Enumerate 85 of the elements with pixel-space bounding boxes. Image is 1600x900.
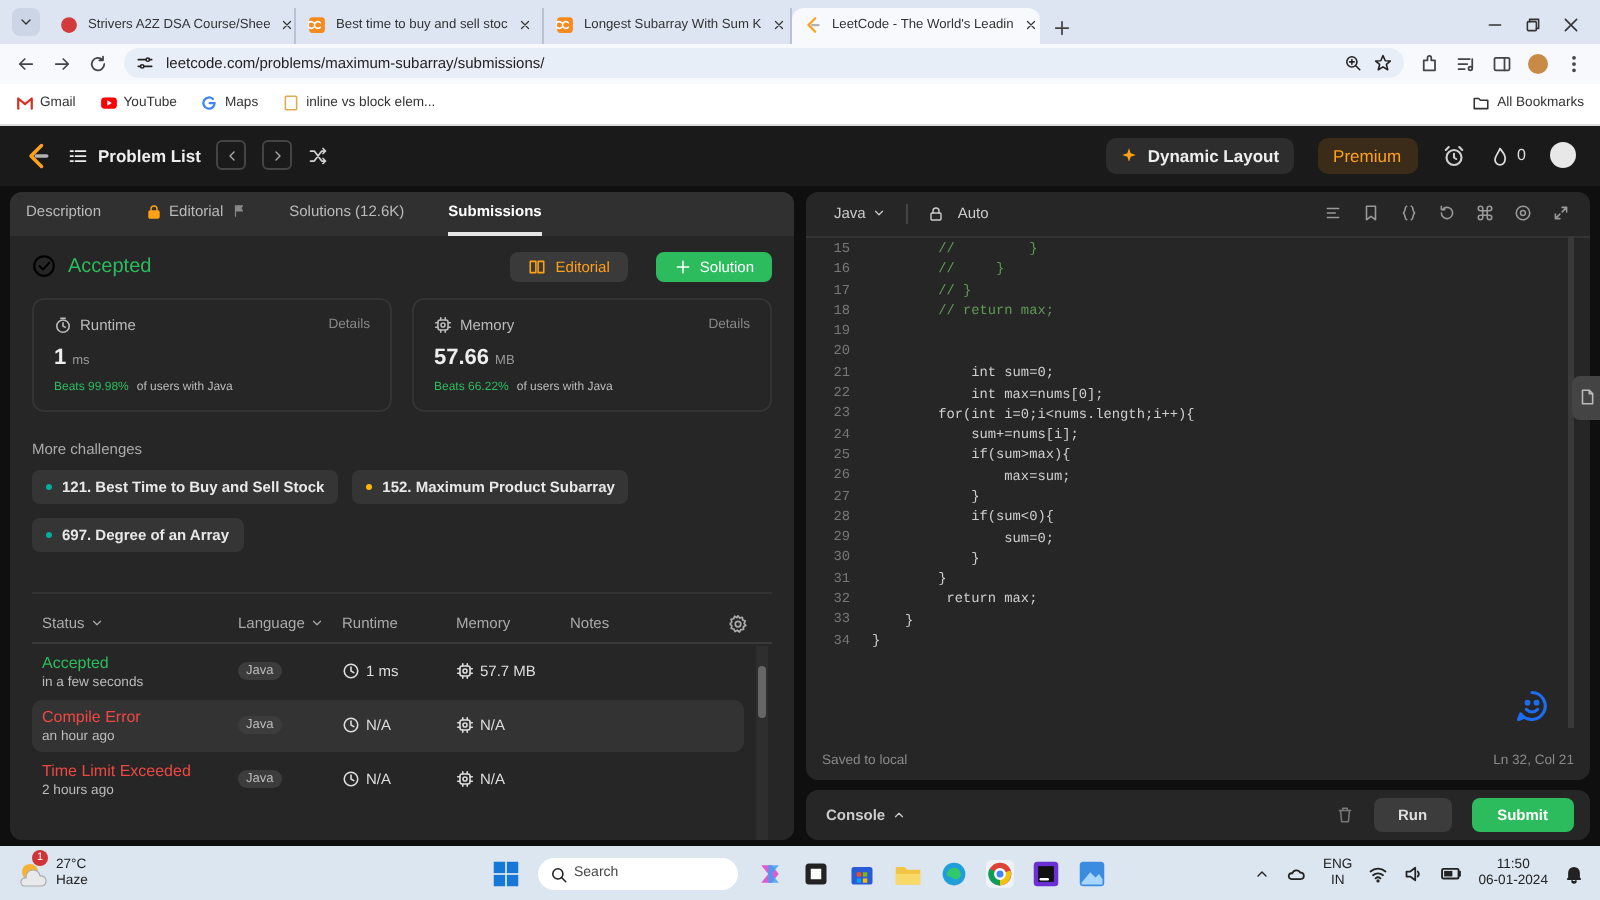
reload-icon[interactable] [88,53,108,74]
tab-search-button[interactable] [12,7,40,36]
bookmark-icon[interactable] [1362,204,1380,223]
site-info-icon [136,54,154,73]
zoom-icon[interactable] [1344,54,1362,73]
plus-icon [673,257,692,276]
submission-status: Accepted [42,653,111,672]
user-avatar[interactable] [1550,142,1576,169]
chip-icon [456,716,474,735]
reset-icon[interactable] [1438,204,1456,223]
sidebar-icon[interactable] [1492,53,1512,74]
alarm-icon[interactable] [1441,143,1466,168]
forward-icon[interactable] [52,53,72,74]
trash-icon[interactable] [1335,806,1354,825]
clock-icon [342,662,360,681]
premium-button[interactable]: Premium [1317,137,1418,174]
clock-icon [342,770,360,789]
next-button[interactable] [262,140,293,171]
star-icon[interactable] [1374,54,1392,73]
volume-icon[interactable] [1404,863,1425,884]
battery-icon[interactable] [1440,862,1463,885]
back-icon[interactable] [16,53,36,74]
folder-icon [1471,94,1490,113]
format-icon[interactable] [1324,204,1342,223]
site-icon [308,16,326,35]
close-icon [517,18,532,33]
list-icon [68,145,88,166]
wifi-icon[interactable] [1368,863,1389,884]
dynamic-layout-button[interactable]: Dynamic Layout [1105,137,1294,174]
clock-icon [54,315,72,334]
ide-icon[interactable] [1032,859,1060,888]
profile-avatar[interactable] [1528,53,1548,74]
close-icon [1023,18,1038,33]
flag-icon [231,204,246,219]
command-icon[interactable] [1476,204,1494,223]
close-icon[interactable] [1562,15,1580,34]
page-icon [282,94,301,113]
windows-icon[interactable] [492,859,520,888]
cloud-icon[interactable] [1286,863,1307,884]
clock-icon [342,716,360,735]
logo-icon[interactable] [24,141,52,170]
submission-status: Compile Error [42,707,143,726]
shuffle-icon[interactable] [308,145,329,166]
scrollbar-thumb[interactable] [758,665,766,718]
chevron-down-icon [310,616,325,631]
photos-icon[interactable] [1078,859,1106,888]
site-icon [60,16,78,35]
streak-counter[interactable]: 0 [1489,145,1526,166]
extensions-icon[interactable] [1420,53,1440,74]
check-circle-icon [32,254,56,279]
metric-value: 57.66 [434,345,490,370]
chevron-up-icon [891,808,906,823]
plus-icon[interactable] [1052,17,1072,38]
document-icon [1577,388,1595,407]
map-icon [200,94,219,113]
site-icon [556,16,574,35]
book-icon [527,257,546,276]
bell-icon[interactable] [1564,863,1584,884]
chip-icon [456,662,474,681]
app-icon[interactable] [802,859,830,888]
notes-tab[interactable] [1572,375,1600,420]
sparkle-icon [1119,146,1138,165]
chip-icon [456,770,474,789]
braces-icon[interactable] [1400,204,1418,223]
problem-list-button[interactable]: Problem List [68,145,201,166]
lock-icon [145,203,162,220]
site-icon [804,16,822,35]
search-icon [550,865,568,884]
close-icon [771,18,786,33]
chevron-down-icon [871,206,886,221]
lock-icon [927,205,944,222]
result-status: Accepted [68,255,152,278]
chip-icon [434,315,452,334]
close-icon [280,18,295,33]
previous-button[interactable] [216,140,247,171]
restore-icon[interactable] [1524,15,1542,34]
chevron-down-icon [90,616,105,631]
metric-value: 1 [54,345,67,370]
feedback-icon[interactable] [1514,688,1550,725]
browser-icon[interactable] [986,859,1014,888]
expand-icon[interactable] [1552,204,1570,223]
mail-icon [16,94,34,113]
submission-status: Time Limit Exceeded [42,761,193,780]
media-icon[interactable] [1456,53,1476,74]
play-icon [99,94,118,113]
